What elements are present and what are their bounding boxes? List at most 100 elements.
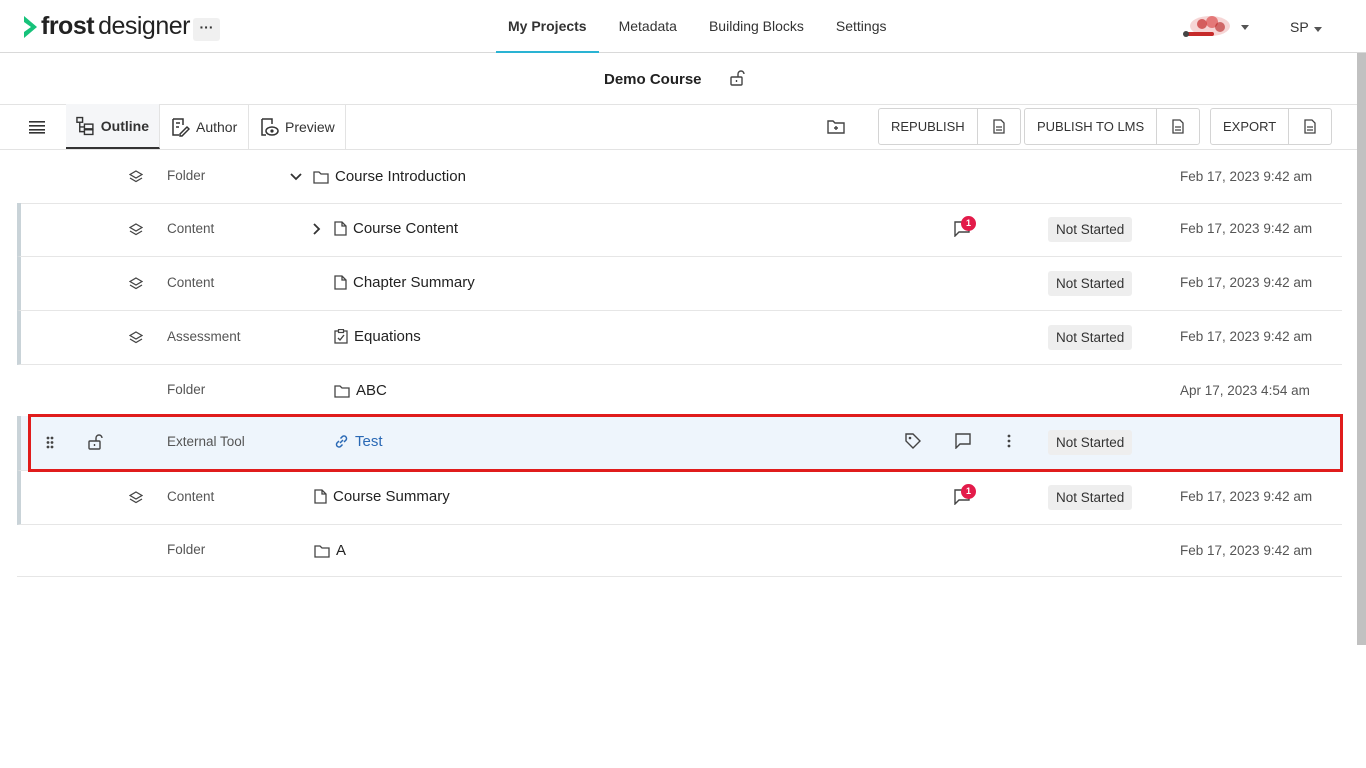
chevron-right-icon[interactable] [312,222,322,236]
link-icon [335,435,348,448]
editor-toolbar: Outline Author Preview REPUBLISH PUBLISH… [0,104,1366,150]
outline-row[interactable]: Folder ABC Apr 17, 2023 4:54 am [17,365,1342,419]
row-date: Feb 17, 2023 9:42 am [1180,275,1313,290]
nav-settings[interactable]: Settings [824,0,899,53]
logo-word-frost: frost [41,12,95,40]
organization-logo[interactable] [1180,12,1232,40]
main-nav: My Projects Metadata Building Blocks Set… [496,0,907,53]
document-icon [334,275,347,290]
outline-row[interactable]: Content Chapter Summary Not Started Feb … [17,257,1342,311]
outline-row[interactable]: Assessment Equations Not Started Feb 17,… [17,311,1342,365]
chevron-down-icon[interactable] [289,170,303,184]
comment-icon[interactable] [955,433,971,449]
row-name-label: Chapter Summary [353,274,475,291]
layers-icon[interactable] [129,277,143,291]
tab-preview[interactable]: Preview [249,104,346,149]
row-name[interactable]: Course Content [312,220,458,237]
top-navbar: frost designer ··· My Projects Metadata … [0,0,1366,53]
republish-log-icon[interactable] [978,109,1020,144]
folder-icon [313,170,329,184]
user-chevron-down-icon[interactable] [1314,27,1322,32]
status-badge: Not Started [1048,430,1133,455]
row-type: Content [167,275,215,290]
user-menu[interactable]: SP [1290,19,1309,35]
export-label: EXPORT [1211,109,1290,144]
outline-row[interactable]: Folder A Feb 17, 2023 9:42 am [17,525,1342,577]
outline-tree-icon [76,116,94,135]
export-button[interactable]: EXPORT [1210,108,1333,145]
row-type: External Tool [167,434,245,449]
status-badge: Not Started [1048,325,1133,350]
add-folder-icon[interactable] [827,119,845,134]
layers-icon[interactable] [129,223,143,237]
row-type: Folder [167,542,206,557]
row-date: Feb 17, 2023 9:42 am [1180,329,1313,344]
row-type: Content [167,489,215,504]
hamburger-menu-icon[interactable] [29,120,45,134]
publish-to-lms-button[interactable]: PUBLISH TO LMS [1024,108,1201,145]
row-type: Folder [167,382,206,397]
outline-row[interactable]: Folder Course Introduction Feb 17, 2023 … [17,150,1342,204]
document-icon [334,221,347,236]
row-date: Feb 17, 2023 9:42 am [1180,221,1313,236]
row-date: Feb 17, 2023 9:42 am [1180,169,1313,184]
drag-handle-icon[interactable] [46,436,54,449]
row-name[interactable]: Chapter Summary [334,274,475,291]
course-header: Demo Course [0,53,1366,105]
row-type: Content [167,221,215,236]
row-date: Feb 17, 2023 9:42 am [1180,489,1313,504]
folder-icon [334,384,350,398]
row-type: Folder [167,168,206,183]
layers-icon[interactable] [129,170,143,184]
row-name-label: Course Introduction [335,168,466,185]
export-log-icon[interactable] [1289,109,1331,144]
row-name-label: A [336,542,347,559]
publish-to-lms-label: PUBLISH TO LMS [1025,109,1158,144]
tag-icon[interactable] [905,433,921,449]
logo-chevron-icon [24,15,37,38]
tab-outline-label: Outline [100,117,149,134]
unlock-icon[interactable] [87,434,103,450]
tab-outline[interactable]: Outline [66,104,160,149]
row-name[interactable]: ABC [334,382,387,399]
frost-designer-logo[interactable]: frost designer [22,12,190,41]
tab-preview-label: Preview [285,118,335,135]
row-type: Assessment [167,329,241,344]
layers-icon[interactable] [129,331,143,345]
course-title: Demo Course [604,71,702,88]
folder-icon [314,544,330,558]
row-name[interactable]: Equations [334,328,421,345]
outline-row[interactable]: Content Course Content 1 Not Started Feb… [17,203,1342,257]
org-chevron-down-icon[interactable] [1241,25,1249,30]
more-options-button[interactable]: ··· [193,18,220,41]
row-name-label: Course Summary [333,488,450,505]
tab-author[interactable]: Author [160,104,249,149]
row-name-label: Equations [354,328,421,345]
logo-word-designer: designer [98,12,190,40]
outline-row-selected[interactable]: External Tool Test Not Started [17,416,1342,471]
author-edit-icon [172,117,190,137]
nav-building-blocks[interactable]: Building Blocks [697,0,816,53]
nav-my-projects[interactable]: My Projects [496,0,599,53]
status-badge: Not Started [1048,271,1133,296]
row-name[interactable]: Course Summary [314,488,450,505]
unlock-icon[interactable] [729,70,745,86]
comment-count-badge: 1 [961,216,976,231]
outline-row[interactable]: Content Course Summary 1 Not Started Feb… [17,471,1342,525]
checklist-icon [334,329,348,344]
row-name[interactable]: Test [334,433,383,450]
publish-log-icon[interactable] [1157,109,1199,144]
layers-icon[interactable] [129,491,143,505]
nav-metadata[interactable]: Metadata [607,0,689,53]
status-badge: Not Started [1048,485,1133,510]
row-name[interactable]: A [314,542,346,559]
row-date: Feb 17, 2023 9:42 am [1180,543,1313,558]
status-badge: Not Started [1048,217,1133,242]
comment-count-badge: 1 [961,484,976,499]
row-name[interactable]: Course Introduction [289,168,466,185]
vertical-scrollbar[interactable] [1357,53,1366,645]
row-date: Apr 17, 2023 4:54 am [1180,383,1310,398]
preview-eye-icon [261,117,279,136]
republish-button[interactable]: REPUBLISH [878,108,1021,145]
kebab-menu-icon[interactable] [1006,434,1012,448]
